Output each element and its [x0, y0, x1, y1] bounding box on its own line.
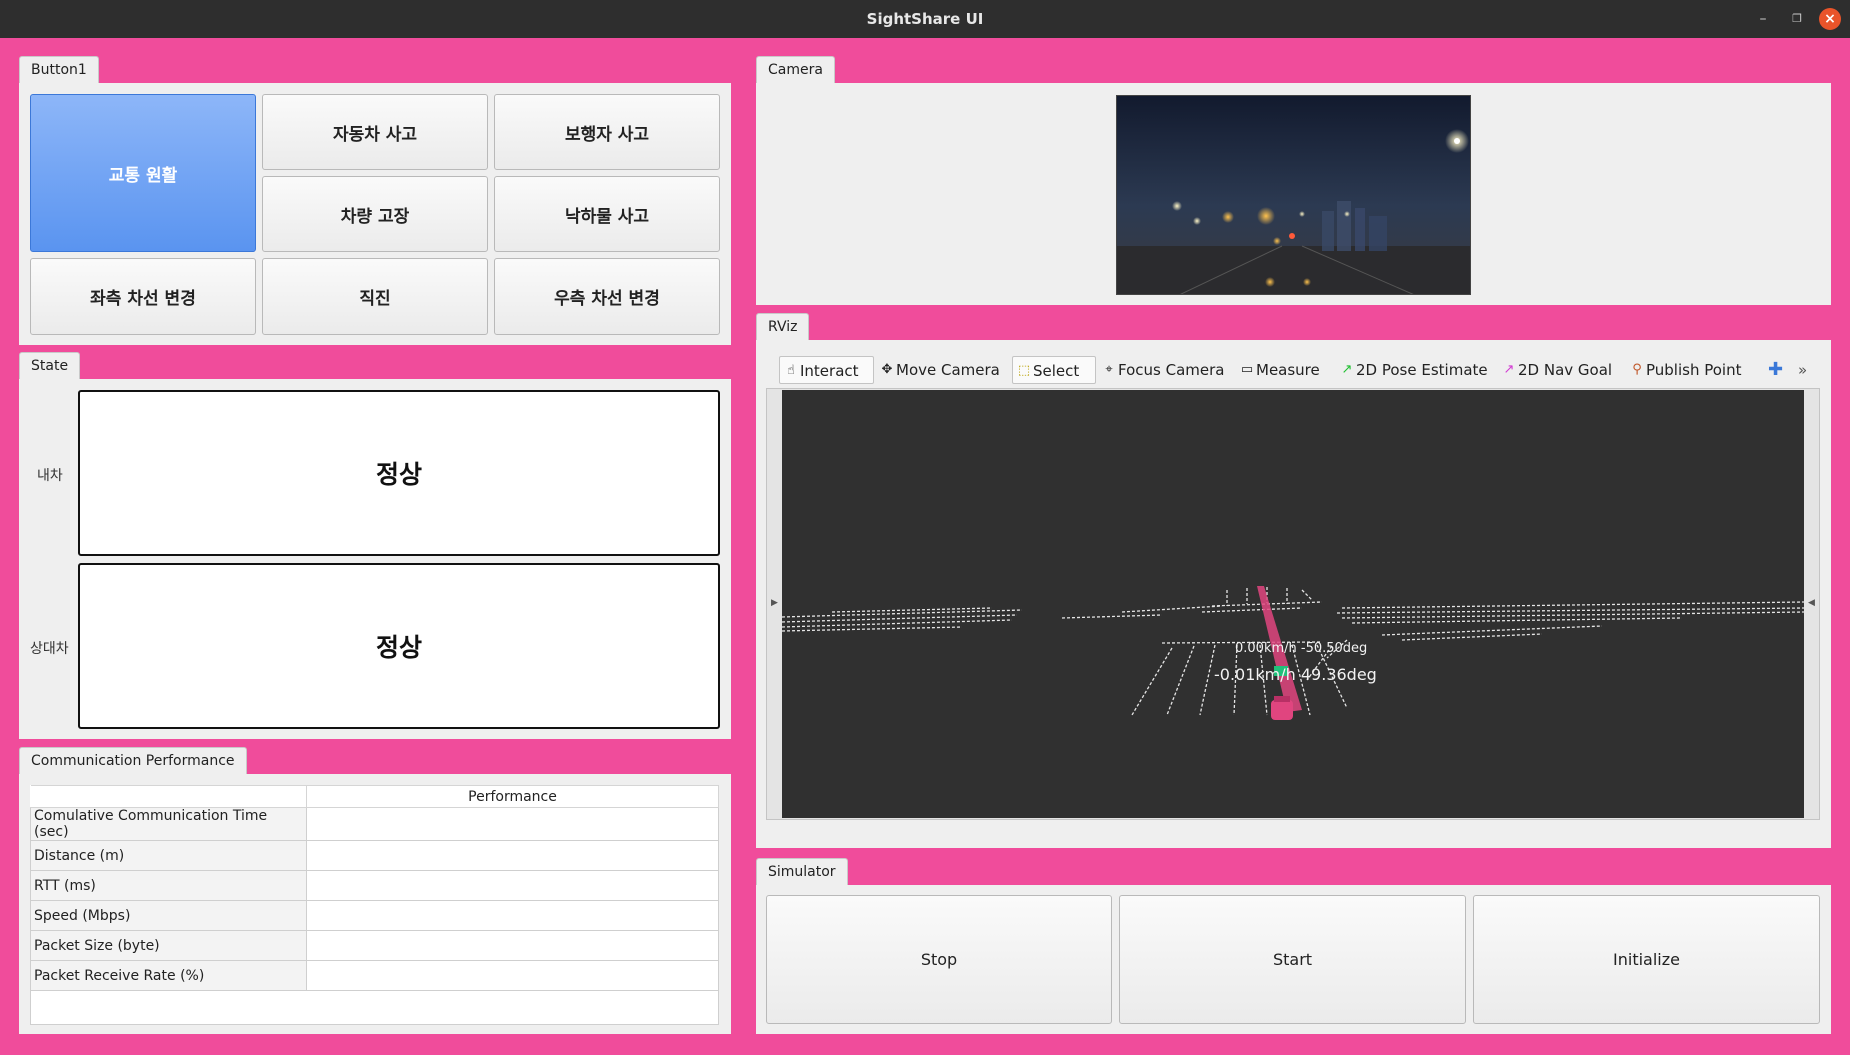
table-row: Packet Receive Rate (%) — [30, 960, 719, 991]
rviz-overlay-far: 0.00km/h -50.50deg — [1235, 641, 1367, 656]
table-row: RTT (ms) — [30, 870, 719, 901]
row-header: Speed (Mbps) — [30, 900, 307, 931]
stop-button[interactable]: Stop — [766, 895, 1112, 1024]
maximize-icon[interactable]: ❐ — [1786, 8, 1808, 30]
tool-label: Select — [1033, 362, 1080, 380]
tool-label: Measure — [1256, 361, 1320, 379]
row-header: Packet Size (byte) — [30, 930, 307, 961]
window-title: SightShare UI — [866, 10, 984, 28]
other-car-state: 정상 — [78, 563, 720, 729]
tool-focus-camera[interactable]: ⌖ Focus Camera — [1098, 356, 1224, 384]
night-road-scene — [1117, 96, 1470, 294]
tool-measure[interactable]: ▭ Measure — [1236, 356, 1320, 384]
right-lane-change-button[interactable]: 우측 차선 변경 — [494, 258, 720, 335]
rviz-toolbar: ☝ Interact ✥ Move Camera ⬚ Select ⌖ Focus Ca… — [766, 354, 1820, 386]
tool-publish-point[interactable]: ⚲ Publish Point — [1626, 356, 1741, 384]
map-pin-icon: ⚲ — [1632, 362, 1642, 377]
my-car-label: 내차 — [37, 468, 63, 484]
my-car-state: 정상 — [78, 390, 720, 556]
move-camera-icon: ✥ — [881, 362, 893, 377]
right-dock-arrow-icon[interactable]: ◀ — [1808, 598, 1815, 608]
performance-column-header: Performance — [306, 785, 719, 808]
tool-move-camera[interactable]: ✥ Move Camera — [876, 356, 1000, 384]
car-accident-button[interactable]: 자동차 사고 — [262, 94, 488, 170]
table-corner — [30, 785, 307, 808]
row-header: Comulative Communication Time (sec) — [30, 807, 307, 841]
table-cell[interactable] — [306, 960, 719, 991]
tool-label: Publish Point — [1646, 361, 1742, 379]
table-row: Distance (m) — [30, 840, 719, 871]
row-header: Distance (m) — [30, 840, 307, 871]
straight-button[interactable]: 직진 — [262, 258, 488, 335]
initialize-button[interactable]: Initialize — [1473, 895, 1820, 1024]
table-cell[interactable] — [306, 840, 719, 871]
traffic-smooth-button[interactable]: 교통 원활 — [30, 94, 256, 252]
tab-state[interactable]: State — [19, 352, 81, 380]
row-header: RTT (ms) — [30, 870, 307, 901]
row-header: Packet Receive Rate (%) — [30, 960, 307, 991]
table-cell[interactable] — [306, 900, 719, 931]
tool-label: 2D Nav Goal — [1518, 361, 1613, 379]
table-cell[interactable] — [306, 870, 719, 901]
tool-select[interactable]: ⬚ Select — [1012, 356, 1096, 384]
tab-button1[interactable]: Button1 — [19, 56, 99, 84]
lidar-point-map: 0.00km/h -50.50deg -0.01km/h 49.36deg — [782, 586, 1804, 720]
tool-2d-pose-estimate[interactable]: ↗ 2D Pose Estimate — [1336, 356, 1488, 384]
pose-arrow-icon: ↗ — [1341, 362, 1353, 377]
tool-label: Focus Camera — [1118, 361, 1225, 379]
vehicle-breakdown-button[interactable]: 차량 고장 — [262, 176, 488, 252]
table-cell[interactable] — [306, 807, 719, 841]
more-tools-icon[interactable]: » — [1798, 356, 1807, 384]
table-cell[interactable] — [306, 930, 719, 961]
tab-communication-performance[interactable]: Communication Performance — [19, 747, 247, 775]
nav-goal-icon: ↗ — [1503, 362, 1515, 377]
hand-icon: ☝ — [787, 363, 795, 378]
tool-label: Interact — [800, 362, 859, 380]
focus-camera-icon: ⌖ — [1105, 362, 1113, 377]
rviz-overlay-near: -0.01km/h 49.36deg — [1214, 665, 1377, 684]
tab-simulator[interactable]: Simulator — [756, 858, 848, 886]
performance-table: Performance Comulative Communication Tim… — [30, 785, 719, 991]
ruler-icon: ▭ — [1240, 362, 1254, 377]
minimize-icon[interactable]: – — [1752, 8, 1774, 30]
table-row: Comulative Communication Time (sec) — [30, 807, 719, 841]
left-lane-change-button[interactable]: 좌측 차선 변경 — [30, 258, 256, 335]
tool-2d-nav-goal[interactable]: ↗ 2D Nav Goal — [1498, 356, 1613, 384]
select-icon: ⬚ — [1017, 363, 1031, 378]
title-bar: SightShare UI – ❐ × — [0, 0, 1850, 38]
rviz-3d-viewport[interactable]: 0.00km/h -50.50deg -0.01km/h 49.36deg — [782, 390, 1804, 818]
camera-feed-image — [1116, 95, 1471, 295]
table-row: Packet Size (byte) — [30, 930, 719, 961]
other-car-label: 상대차 — [30, 641, 69, 657]
start-button[interactable]: Start — [1119, 895, 1466, 1024]
tool-label: Move Camera — [896, 361, 1000, 379]
add-tool-icon[interactable]: ✚ — [1768, 356, 1783, 384]
tool-label: 2D Pose Estimate — [1356, 361, 1488, 379]
tab-rviz[interactable]: RViz — [756, 313, 810, 341]
close-icon[interactable]: × — [1819, 8, 1841, 30]
tab-camera[interactable]: Camera — [756, 56, 835, 84]
pedestrian-accident-button[interactable]: 보행자 사고 — [494, 94, 720, 170]
table-row: Speed (Mbps) — [30, 900, 719, 931]
tool-interact[interactable]: ☝ Interact — [779, 356, 874, 384]
falling-object-button[interactable]: 낙하물 사고 — [494, 176, 720, 252]
left-dock-arrow-icon[interactable]: ▶ — [771, 598, 778, 608]
